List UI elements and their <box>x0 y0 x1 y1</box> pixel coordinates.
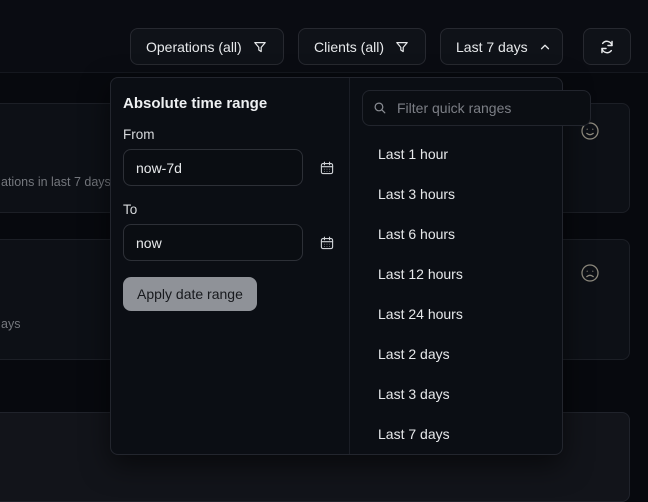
refresh-button[interactable] <box>583 28 631 65</box>
time-range-dropdown-button[interactable]: Last 7 days <box>440 28 563 65</box>
quick-range-option-last-7-days[interactable]: Last 7 days <box>362 414 591 454</box>
funnel-icon <box>252 39 268 55</box>
time-picker-dropdown: Absolute time range From <box>110 77 563 455</box>
card-subtitle-partial: ations in last 7 days <box>1 175 111 189</box>
quick-ranges-section: Last 1 hour Last 3 hours Last 6 hours La… <box>349 78 603 454</box>
to-input[interactable] <box>123 224 303 261</box>
refresh-icon <box>598 38 616 56</box>
calendar-icon <box>319 160 335 176</box>
quick-range-option-last-24-hours[interactable]: Last 24 hours <box>362 294 591 334</box>
quick-range-option-last-6-hours[interactable]: Last 6 hours <box>362 214 591 254</box>
clients-filter-button[interactable]: Clients (all) <box>298 28 426 65</box>
from-calendar-button[interactable] <box>317 158 337 178</box>
quick-range-option-last-1-hour[interactable]: Last 1 hour <box>362 134 591 174</box>
quick-ranges-search-box[interactable] <box>362 90 591 126</box>
quick-range-option-last-3-days[interactable]: Last 3 days <box>362 374 591 414</box>
from-input[interactable] <box>123 149 303 186</box>
operations-filter-button[interactable]: Operations (all) <box>130 28 284 65</box>
filter-quick-ranges-input[interactable] <box>395 99 580 117</box>
to-label: To <box>123 202 337 217</box>
search-icon <box>373 101 387 115</box>
absolute-time-range-title: Absolute time range <box>123 95 337 112</box>
absolute-time-range-section: Absolute time range From <box>111 78 349 454</box>
chevron-up-icon <box>538 40 552 54</box>
operations-filter-label: Operations (all) <box>146 40 242 54</box>
quick-range-option-last-12-hours[interactable]: Last 12 hours <box>362 254 591 294</box>
from-label: From <box>123 127 337 142</box>
quick-ranges-list: Last 1 hour Last 3 hours Last 6 hours La… <box>362 134 591 454</box>
calendar-icon <box>319 235 335 251</box>
clients-filter-label: Clients (all) <box>314 40 384 54</box>
card-subtitle-partial: ays <box>1 317 20 331</box>
to-calendar-button[interactable] <box>317 233 337 253</box>
time-range-label: Last 7 days <box>456 40 528 54</box>
quick-range-option-last-3-hours[interactable]: Last 3 hours <box>362 174 591 214</box>
funnel-icon <box>394 39 410 55</box>
quick-range-option-last-2-days[interactable]: Last 2 days <box>362 334 591 374</box>
apply-date-range-button[interactable]: Apply date range <box>123 277 257 311</box>
